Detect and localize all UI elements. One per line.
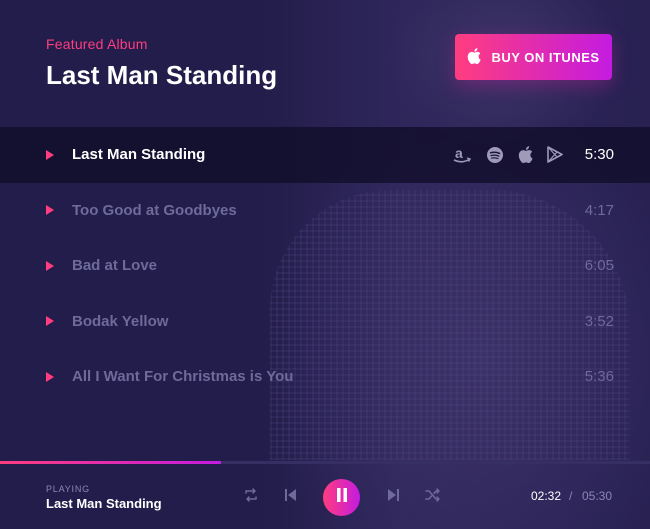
track-row[interactable]: All I Want For Christmas is You 5:36 [0,349,650,405]
pause-button[interactable] [323,479,360,516]
track-title: Bad at Love [72,257,158,275]
shuffle-icon[interactable] [425,487,441,508]
track-row[interactable]: Too Good at Goodbyes 4:17 [0,183,650,239]
track-duration: 4:17 [584,201,614,219]
streaming-service-links: a [452,146,563,164]
buy-on-itunes-button[interactable]: BUY ON ITUNES [455,34,612,80]
track-title: Bodak Yellow [72,312,169,330]
track-duration: 6:05 [584,257,614,275]
amazon-icon[interactable]: a [452,146,472,164]
featured-album-label: Featured Album [46,36,148,52]
play-icon[interactable] [46,260,54,271]
current-time: 02:32 [531,489,562,503]
apple-icon [467,47,482,67]
previous-track-icon[interactable] [284,487,298,508]
track-duration: 5:30 [584,146,614,164]
album-header: Featured Album Last Man Standing [46,36,277,91]
buy-button-label: BUY ON ITUNES [491,49,600,65]
album-title: Last Man Standing [46,60,278,90]
play-icon[interactable] [46,371,54,382]
spotify-icon[interactable] [486,146,504,164]
track-title: All I Want For Christmas is You [72,368,294,386]
track-duration: 5:36 [584,368,614,386]
total-time: 05:30 [582,489,613,503]
track-title: Too Good at Goodbyes [72,201,237,219]
track-duration: 3:52 [584,312,614,330]
play-icon[interactable] [46,149,54,160]
now-playing-title: Last Man Standing [46,496,162,511]
track-title: Last Man Standing [72,146,206,164]
play-icon[interactable] [46,316,54,327]
track-row[interactable]: Last Man Standing a 5:30 [0,127,650,183]
time-separator: / [569,489,573,503]
pause-icon [336,488,348,507]
repeat-icon[interactable] [243,487,259,508]
track-list: Last Man Standing a 5:30 Too Good at Goo… [0,127,650,405]
playing-status-label: PLAYING [46,484,90,494]
track-row[interactable]: Bodak Yellow 3:52 [0,294,650,350]
track-row[interactable]: Bad at Love 6:05 [0,238,650,294]
next-track-icon[interactable] [386,487,400,508]
svg-text:a: a [455,146,463,161]
google-play-icon[interactable] [547,146,563,164]
player-bar: PLAYING Last Man Standing 02:32 / 05:30 [0,464,650,529]
play-icon[interactable] [46,205,54,216]
apple-icon[interactable] [518,146,533,164]
